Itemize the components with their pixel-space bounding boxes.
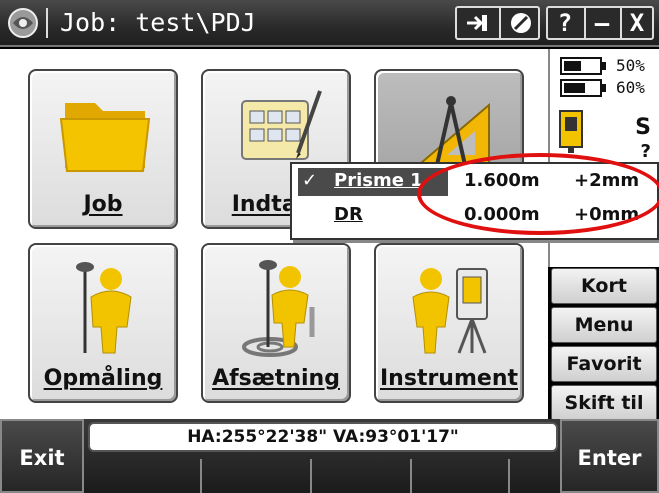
- tile-stakeout[interactable]: Afsætning: [201, 243, 351, 403]
- measure-mode-label: S: [635, 115, 651, 140]
- exit-button[interactable]: Exit: [0, 419, 84, 493]
- softkey-slot: [310, 459, 312, 493]
- surveyor-rover-icon: [55, 257, 155, 357]
- side-button-map[interactable]: Kort: [551, 268, 657, 304]
- softkey-slot: [508, 459, 510, 493]
- tile-survey[interactable]: Opmåling: [28, 243, 178, 403]
- bottom-bar: Exit HA:255°22'38" VA:93°01'17" Enter: [0, 419, 659, 493]
- checkmark-icon: ✓: [302, 170, 318, 191]
- tile-label: Instrument: [380, 366, 518, 391]
- softkey-slot: [410, 459, 412, 493]
- tile-label: Job: [83, 192, 123, 217]
- measure-mode-sub: ?: [640, 141, 651, 162]
- connection-buttons: [455, 6, 540, 40]
- instrument-status-icon[interactable]: [558, 109, 584, 153]
- battery-2-percent: 60%: [616, 78, 645, 97]
- side-button-menu[interactable]: Menu: [551, 307, 657, 343]
- battery-1-icon: [560, 57, 608, 75]
- no-connection-icon[interactable]: [499, 8, 539, 38]
- title-bar: Job: test\PDJ ? — X: [0, 0, 659, 47]
- side-button-favorites[interactable]: Favorit: [551, 346, 657, 382]
- tile-label: Opmåling: [43, 366, 163, 391]
- connect-icon[interactable]: [457, 8, 497, 38]
- enter-button[interactable]: Enter: [560, 419, 659, 493]
- window-buttons: ? — X: [546, 6, 654, 40]
- title-separator: [46, 8, 48, 38]
- minimize-button[interactable]: —: [584, 8, 618, 38]
- total-station-icon: [401, 257, 501, 357]
- angle-readout: HA:255°22'38" VA:93°01'17": [88, 422, 558, 452]
- stakeout-rover-icon: [228, 257, 328, 357]
- close-button[interactable]: X: [620, 8, 652, 38]
- help-button[interactable]: ?: [548, 8, 582, 38]
- tile-instrument[interactable]: Instrument: [374, 243, 524, 403]
- battery-1-percent: 50%: [616, 56, 645, 75]
- tile-job[interactable]: Job: [28, 69, 178, 229]
- side-button-switch-to[interactable]: Skift til: [551, 385, 657, 421]
- battery-2-icon: [560, 79, 608, 97]
- prism-name: DR: [334, 204, 363, 225]
- window-title: Job: test\PDJ: [60, 8, 256, 37]
- annotation-circle: [417, 153, 659, 235]
- softkey-slot: [200, 459, 202, 493]
- tile-label: Afsætning: [212, 366, 340, 391]
- prism-name: Prisme 1: [334, 170, 423, 191]
- folder-icon: [55, 83, 155, 183]
- trimble-logo-icon[interactable]: [6, 6, 40, 40]
